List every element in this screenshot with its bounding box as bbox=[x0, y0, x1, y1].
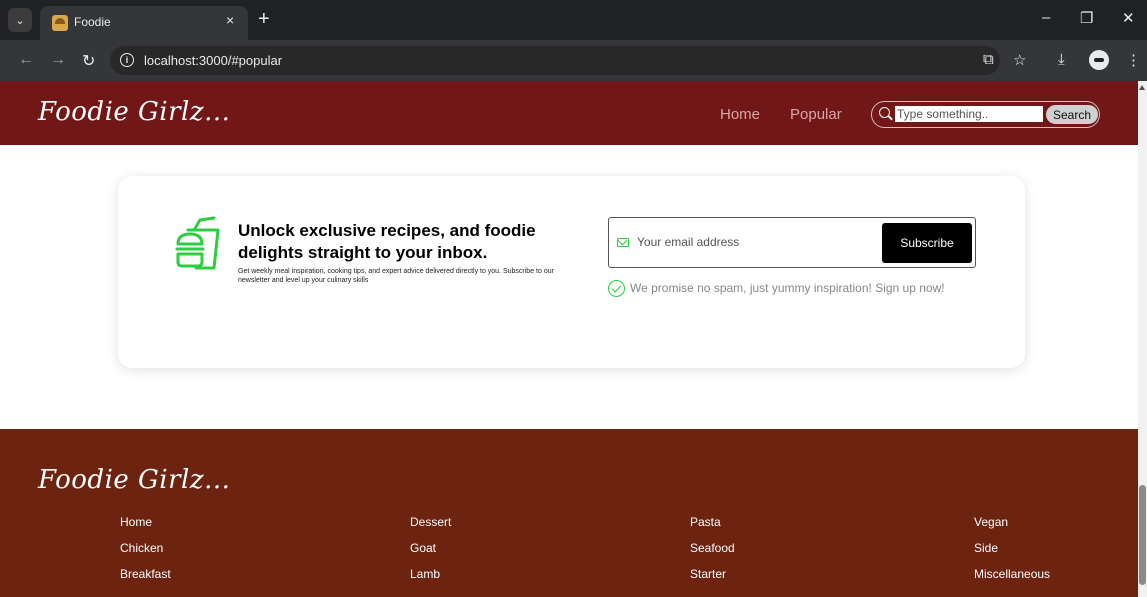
tab-title: Foodie bbox=[74, 15, 111, 29]
bookmark-star-icon[interactable]: ☆ bbox=[1013, 51, 1026, 69]
minimize-icon[interactable]: – bbox=[1042, 9, 1050, 26]
footer-link-starter[interactable]: Starter bbox=[690, 567, 726, 581]
newsletter-subtext: Get weekly meal inspiration, cooking tip… bbox=[238, 268, 554, 284]
email-form: Subscribe bbox=[608, 217, 976, 268]
tab-close-icon[interactable]: × bbox=[226, 12, 234, 28]
newsletter-card: Unlock exclusive recipes, and foodie del… bbox=[118, 176, 1025, 368]
footer-link-side[interactable]: Side bbox=[974, 541, 998, 555]
browser-tab[interactable]: Foodie × bbox=[40, 6, 248, 40]
kebab-menu-icon[interactable]: ⋮ bbox=[1126, 51, 1141, 69]
burger-drink-icon bbox=[175, 216, 220, 270]
site-info-icon[interactable]: i bbox=[120, 53, 134, 67]
forward-icon[interactable]: → bbox=[50, 51, 66, 69]
site-header: Foodie Girlz... Home Popular Search bbox=[0, 81, 1138, 145]
scroll-up-arrow-icon[interactable] bbox=[1139, 85, 1145, 90]
site-footer: Foodie Girlz... Home Chicken Breakfast D… bbox=[0, 429, 1138, 597]
browser-toolbar: ← → ↻ i localhost:3000/#popular ⧉ ☆ ⤓ ⋮ bbox=[0, 40, 1147, 81]
profile-icon[interactable] bbox=[1089, 50, 1109, 70]
new-tab-icon[interactable]: + bbox=[258, 8, 270, 30]
search-icon bbox=[879, 107, 890, 118]
nav-popular[interactable]: Popular bbox=[790, 106, 842, 123]
address-bar[interactable]: i localhost:3000/#popular bbox=[110, 46, 1000, 75]
email-input[interactable] bbox=[637, 232, 867, 252]
mail-icon bbox=[617, 238, 629, 247]
footer-link-lamb[interactable]: Lamb bbox=[410, 567, 440, 581]
footer-link-vegan[interactable]: Vegan bbox=[974, 515, 1008, 529]
subscribe-button[interactable]: Subscribe bbox=[882, 223, 972, 263]
nav-home[interactable]: Home bbox=[720, 106, 760, 123]
check-circle-icon bbox=[608, 280, 625, 297]
page-scrollbar[interactable] bbox=[1138, 81, 1147, 597]
newsletter-headline: Unlock exclusive recipes, and foodie del… bbox=[238, 221, 536, 262]
favicon-icon bbox=[52, 15, 68, 31]
restore-icon[interactable]: ❐ bbox=[1080, 9, 1093, 27]
download-icon[interactable]: ⤓ bbox=[1058, 51, 1065, 68]
footer-link-home[interactable]: Home bbox=[120, 515, 152, 529]
reload-icon[interactable]: ↻ bbox=[82, 51, 95, 71]
back-icon[interactable]: ← bbox=[18, 51, 34, 69]
footer-link-seafood[interactable]: Seafood bbox=[690, 541, 735, 555]
footer-link-chicken[interactable]: Chicken bbox=[120, 541, 163, 555]
url-text[interactable]: localhost:3000/#popular bbox=[144, 53, 282, 68]
browser-tab-bar: ⌄ Foodie × + – ❐ ✕ bbox=[0, 0, 1147, 40]
footer-link-breakfast[interactable]: Breakfast bbox=[120, 567, 171, 581]
search-input[interactable] bbox=[895, 106, 1043, 122]
footer-logo[interactable]: Foodie Girlz... bbox=[38, 465, 230, 495]
search-button[interactable]: Search bbox=[1046, 105, 1098, 124]
footer-link-miscellaneous[interactable]: Miscellaneous bbox=[974, 567, 1050, 581]
search-form: Search bbox=[871, 101, 1100, 128]
close-window-icon[interactable]: ✕ bbox=[1122, 9, 1135, 27]
scrollbar-thumb[interactable] bbox=[1139, 485, 1146, 585]
tab-search-chevron-icon[interactable]: ⌄ bbox=[8, 8, 32, 32]
footer-link-goat[interactable]: Goat bbox=[410, 541, 436, 555]
cast-icon[interactable]: ⧉ bbox=[983, 51, 994, 68]
no-spam-note: We promise no spam, just yummy inspirati… bbox=[630, 281, 945, 295]
header-logo[interactable]: Foodie Girlz... bbox=[38, 97, 230, 127]
footer-link-dessert[interactable]: Dessert bbox=[410, 515, 451, 529]
footer-link-pasta[interactable]: Pasta bbox=[690, 515, 721, 529]
